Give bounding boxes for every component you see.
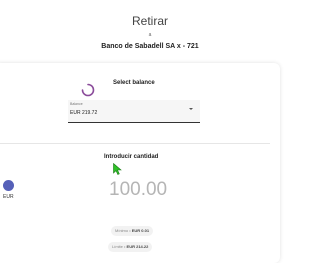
bank-account-name: Banco de Sabadell SA x - 721 bbox=[101, 43, 199, 50]
balance-selected-value: EUR 219.72 bbox=[70, 110, 98, 116]
limit-value: EUR 214.22 bbox=[126, 244, 149, 249]
chevron-down-icon bbox=[189, 108, 193, 110]
balance-select[interactable]: Balance EUR 219.72 bbox=[68, 100, 200, 123]
limit-label: Límite • bbox=[112, 244, 126, 249]
currency-label[interactable]: EUR bbox=[3, 194, 14, 200]
divider bbox=[0, 143, 270, 144]
header: Retirar a Banco de Sabadell SA x - 721 bbox=[0, 0, 300, 70]
page-title: Retirar bbox=[131, 14, 168, 28]
balance-field-label: Balance bbox=[70, 102, 83, 106]
mouse-cursor-icon bbox=[113, 163, 122, 175]
select-balance-heading: Select balance bbox=[113, 80, 155, 86]
minimum-badge: Mínimo • EUR 0.01 bbox=[111, 226, 154, 236]
minimum-label: Mínimo • bbox=[115, 228, 131, 233]
loading-spinner-icon bbox=[81, 83, 95, 97]
currency-flag-icon[interactable] bbox=[3, 180, 14, 191]
limit-badge: Límite • EUR 214.22 bbox=[108, 242, 153, 252]
amount-input[interactable]: 100.00 bbox=[109, 179, 167, 201]
minimum-value: EUR 0.01 bbox=[131, 228, 150, 233]
amount-heading: Introducir cantidad bbox=[104, 154, 159, 160]
to-label: a bbox=[148, 32, 152, 38]
